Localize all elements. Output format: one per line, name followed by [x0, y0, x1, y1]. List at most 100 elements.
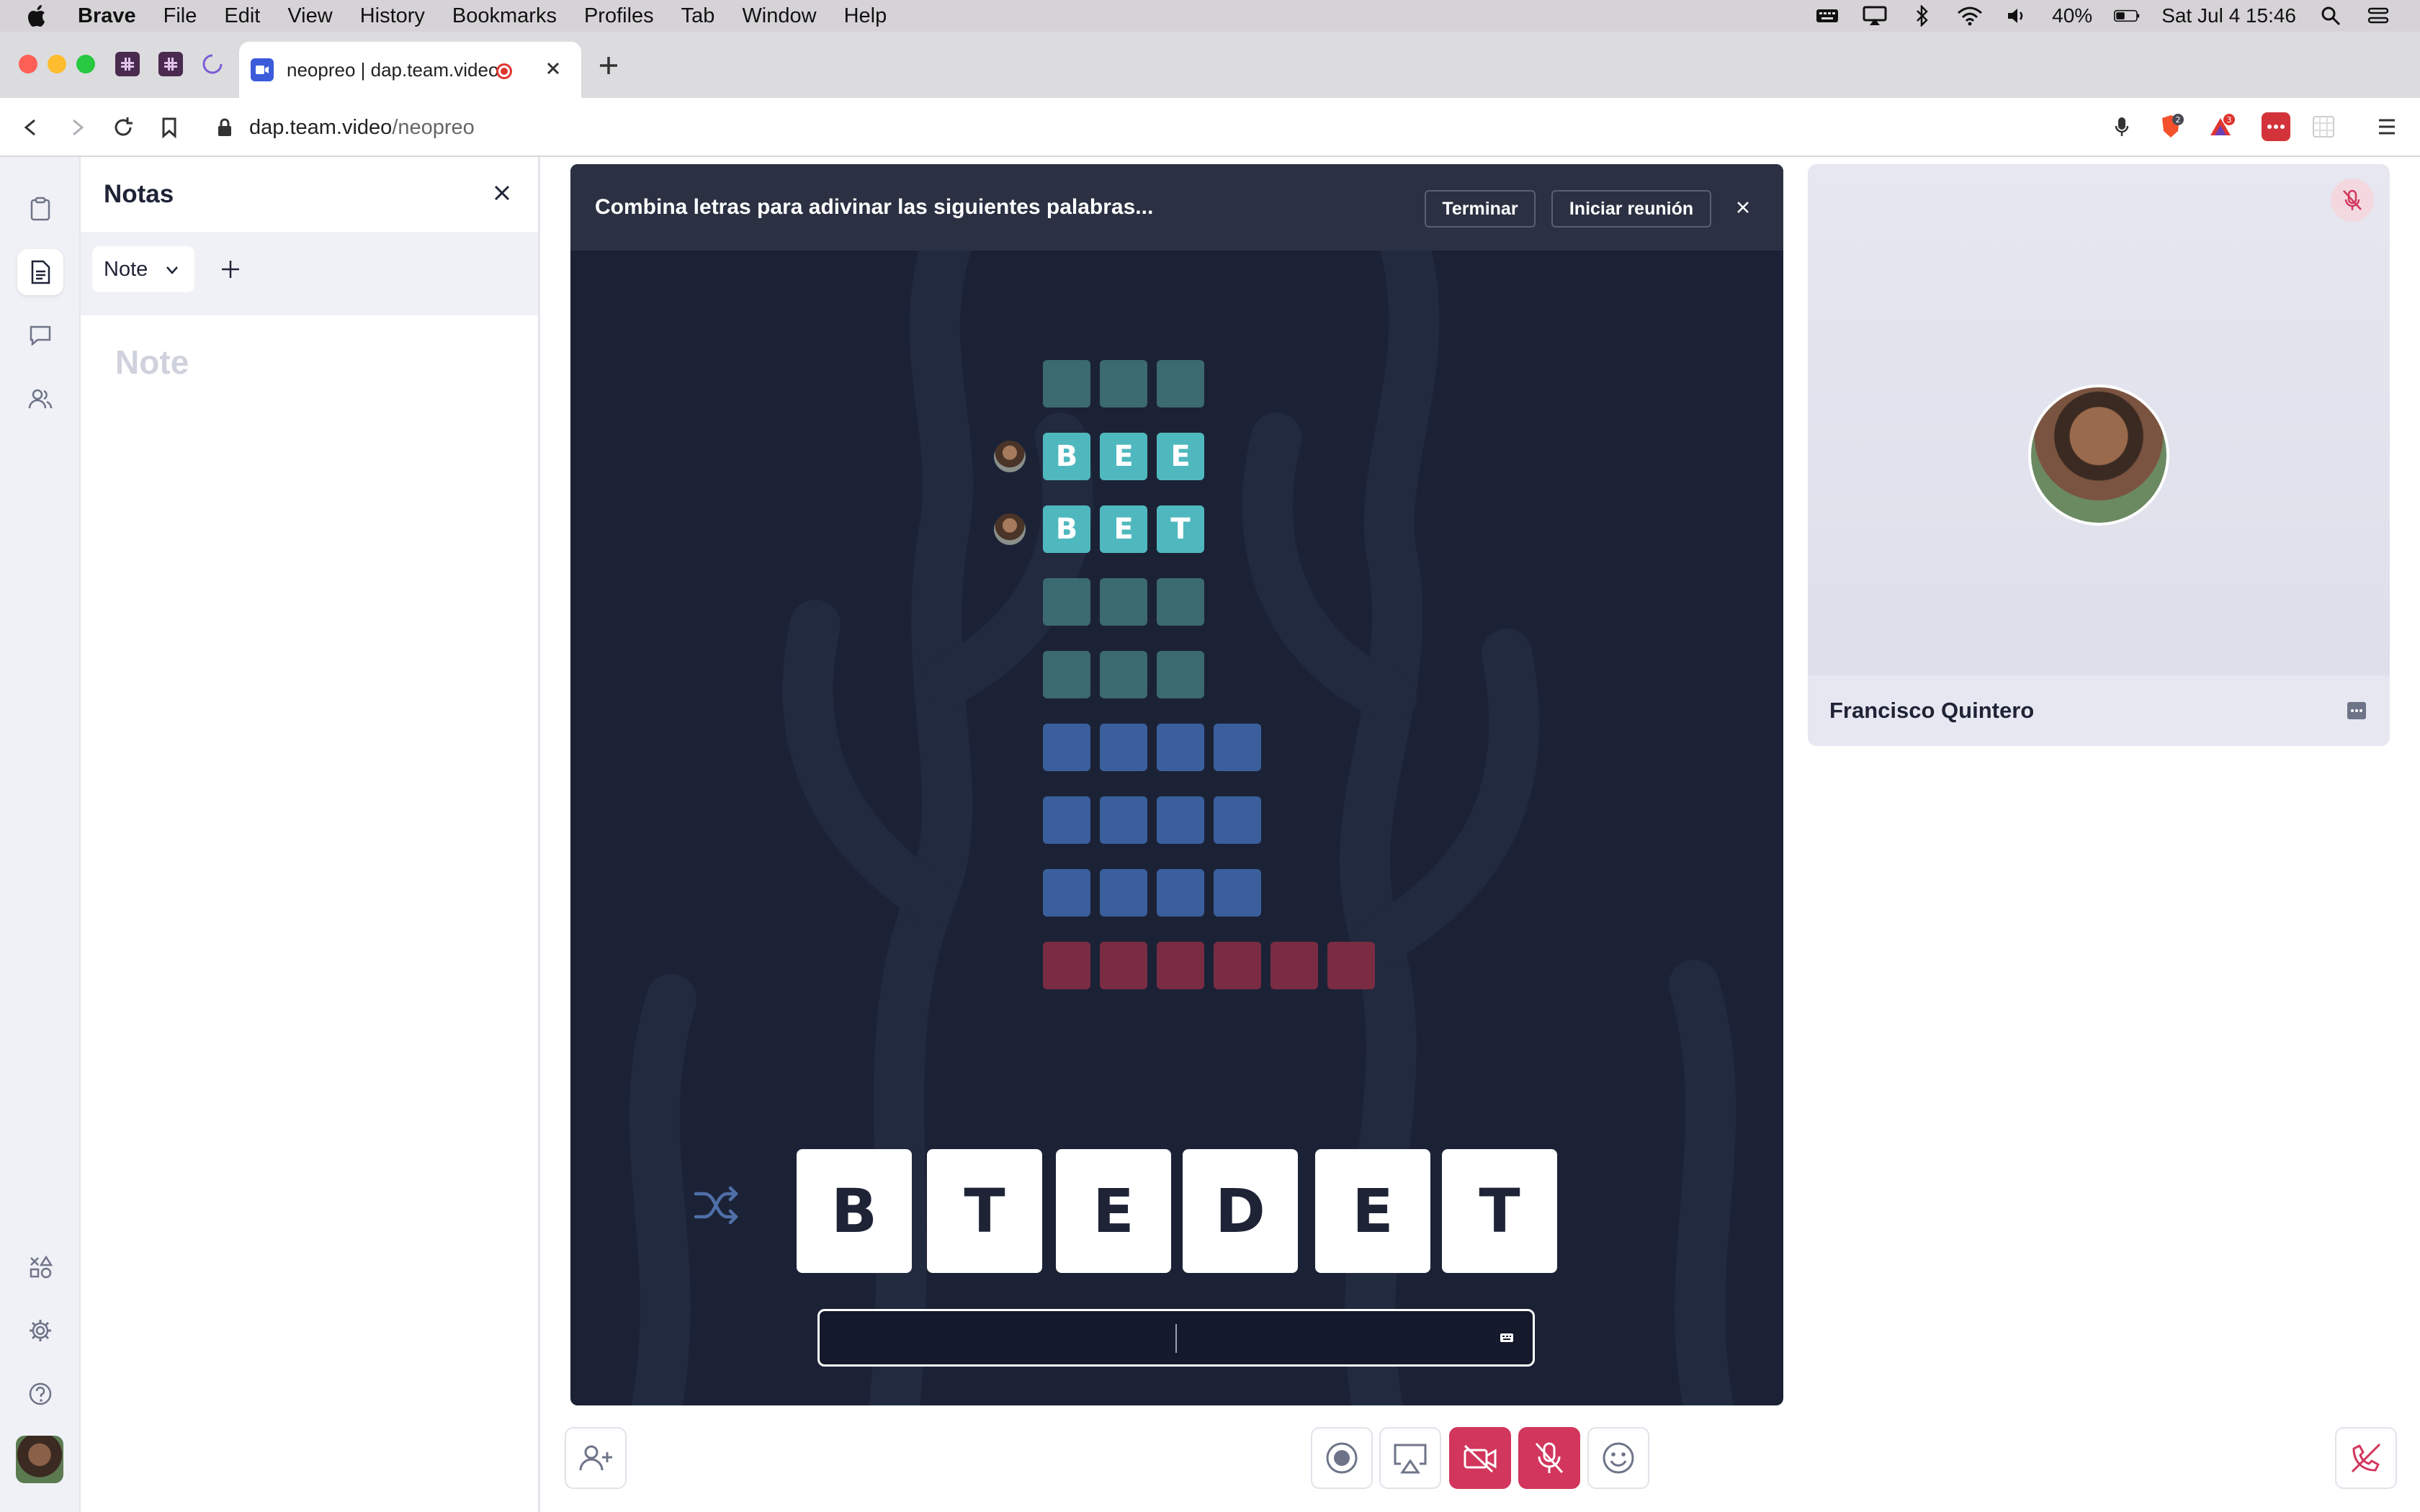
browser-address-bar: dap.team.video/neopreo 2 3 — [0, 98, 2420, 157]
word-row-4-tile-2 — [1100, 578, 1147, 626]
letter-tile-5[interactable]: E — [1315, 1149, 1430, 1273]
note-placeholder: Note — [115, 343, 189, 381]
letter-tile-4[interactable]: D — [1183, 1149, 1298, 1273]
participant-video-card[interactable]: Francisco Quintero — [1808, 164, 2390, 746]
record-button[interactable] — [1311, 1427, 1373, 1489]
add-note-plus-icon[interactable] — [216, 255, 245, 284]
pinned-tab-slack-icon[interactable] — [115, 52, 140, 76]
guess-input[interactable] — [817, 1309, 1535, 1367]
word-row-9-tile-2 — [1100, 942, 1147, 989]
chat-bubble-icon — [30, 325, 51, 346]
window-minimize-button[interactable] — [48, 55, 66, 73]
emoji-reaction-button[interactable] — [1587, 1427, 1649, 1489]
menu-bookmarks[interactable]: Bookmarks — [452, 4, 557, 28]
menu-view[interactable]: View — [287, 4, 332, 28]
bluetooth-icon[interactable] — [1909, 5, 1935, 27]
microphone-in-use-icon[interactable] — [2107, 112, 2136, 141]
rail-people-button[interactable] — [17, 376, 63, 422]
note-selector-dropdown[interactable]: Note — [92, 246, 194, 292]
tab-title: neopreo | dap.team.video — [287, 58, 499, 81]
menu-app-name[interactable]: Brave — [78, 4, 136, 28]
menu-history[interactable]: History — [360, 4, 425, 28]
game-close-icon[interactable] — [1731, 196, 1754, 219]
mic-off-icon — [1535, 1442, 1564, 1474]
word-row-6-tile-3 — [1157, 724, 1204, 771]
airplay-icon[interactable] — [1862, 5, 1888, 27]
note-editor[interactable]: Note — [115, 343, 189, 382]
letter-tile-1[interactable]: B — [797, 1149, 912, 1273]
forward-button[interactable] — [62, 112, 92, 143]
rail-chat-button[interactable] — [17, 312, 63, 359]
leave-call-button[interactable] — [2335, 1427, 2397, 1489]
end-game-button[interactable]: Terminar — [1425, 190, 1536, 228]
word-row-5-tile-3 — [1157, 651, 1204, 698]
brave-rewards-icon[interactable]: 3 — [2207, 112, 2236, 141]
wifi-icon[interactable] — [1957, 5, 1983, 27]
word-row-2-tile-2: E — [1100, 433, 1147, 480]
rail-agenda-button[interactable] — [17, 186, 63, 232]
screen-share-button[interactable] — [1379, 1427, 1441, 1489]
back-button[interactable] — [16, 112, 46, 143]
bookmark-button[interactable] — [154, 112, 184, 143]
notes-tab-strip: Note — [81, 232, 538, 315]
browser-menu-icon[interactable] — [2372, 112, 2401, 141]
menu-help[interactable]: Help — [844, 4, 887, 28]
new-tab-plus-icon[interactable] — [596, 53, 621, 78]
keyboard-icon[interactable] — [1814, 5, 1840, 27]
keyboard-hint-icon — [1500, 1333, 1513, 1342]
word-row-6-tile-4 — [1214, 724, 1261, 771]
extension-red-icon[interactable] — [2262, 112, 2290, 141]
reload-button[interactable] — [108, 112, 138, 143]
active-browser-tab[interactable]: neopreo | dap.team.video — [239, 42, 581, 98]
notes-close-icon[interactable] — [488, 179, 516, 207]
battery-icon[interactable] — [2114, 5, 2140, 27]
invite-user-button[interactable] — [565, 1427, 627, 1489]
brave-badge-count: 2 — [2176, 115, 2181, 125]
window-zoom-button[interactable] — [76, 55, 95, 73]
menubar-status-area: 40% Sat Jul 4 15:46 — [1814, 0, 2420, 32]
invite-user-icon — [579, 1445, 612, 1471]
apple-logo-icon[interactable] — [27, 4, 49, 28]
url-host: dap.team.video — [249, 115, 393, 139]
pinned-tab-slack-icon-2[interactable] — [158, 52, 183, 76]
help-circle-icon — [29, 1382, 52, 1405]
text-caret — [1175, 1324, 1177, 1353]
clipboard-icon — [30, 197, 50, 221]
more-options-icon[interactable] — [2347, 701, 2367, 720]
word-row-7-tile-3 — [1157, 796, 1204, 844]
menu-profiles[interactable]: Profiles — [584, 4, 654, 28]
word-row-8-tile-1 — [1043, 869, 1090, 917]
pinned-tab-loading-icon[interactable] — [200, 52, 225, 76]
menu-edit[interactable]: Edit — [224, 4, 260, 28]
rail-help-button[interactable] — [17, 1371, 63, 1417]
letter-tile-6[interactable]: T — [1442, 1149, 1557, 1273]
window-close-button[interactable] — [19, 55, 37, 73]
word-row-4-tile-1 — [1043, 578, 1090, 626]
shuffle-icon[interactable] — [691, 1181, 740, 1230]
brave-shields-icon[interactable]: 2 — [2156, 112, 2185, 141]
menu-tab[interactable]: Tab — [681, 4, 715, 28]
menu-window[interactable]: Window — [742, 4, 816, 28]
word-row-5-tile-2 — [1100, 651, 1147, 698]
extension-grid-icon[interactable] — [2309, 112, 2338, 141]
letter-tile-2[interactable]: T — [927, 1149, 1042, 1273]
letter-tile-3[interactable]: E — [1056, 1149, 1171, 1273]
macos-menubar: Brave File Edit View History Bookmarks P… — [0, 0, 2420, 32]
menu-file[interactable]: File — [163, 4, 197, 28]
word-row-9-tile-3 — [1157, 942, 1204, 989]
start-meeting-button[interactable]: Iniciar reunión — [1551, 190, 1711, 228]
current-user-avatar[interactable] — [16, 1436, 63, 1483]
rail-notes-button[interactable] — [17, 249, 63, 295]
volume-icon[interactable] — [2004, 5, 2030, 27]
recording-indicator-icon — [496, 63, 512, 79]
control-center-icon[interactable] — [2365, 5, 2391, 27]
rail-apps-button[interactable] — [17, 1244, 63, 1290]
start-meeting-label: Iniciar reunión — [1569, 198, 1694, 219]
camera-toggle-button[interactable] — [1449, 1427, 1511, 1489]
spotlight-search-icon[interactable] — [2318, 5, 2344, 27]
microphone-toggle-button[interactable] — [1518, 1427, 1580, 1489]
url-field[interactable]: dap.team.video/neopreo — [216, 105, 2132, 150]
tab-close-icon[interactable] — [542, 58, 564, 79]
rail-settings-button[interactable] — [17, 1308, 63, 1354]
menubar-clock[interactable]: Sat Jul 4 15:46 — [2161, 4, 2296, 27]
